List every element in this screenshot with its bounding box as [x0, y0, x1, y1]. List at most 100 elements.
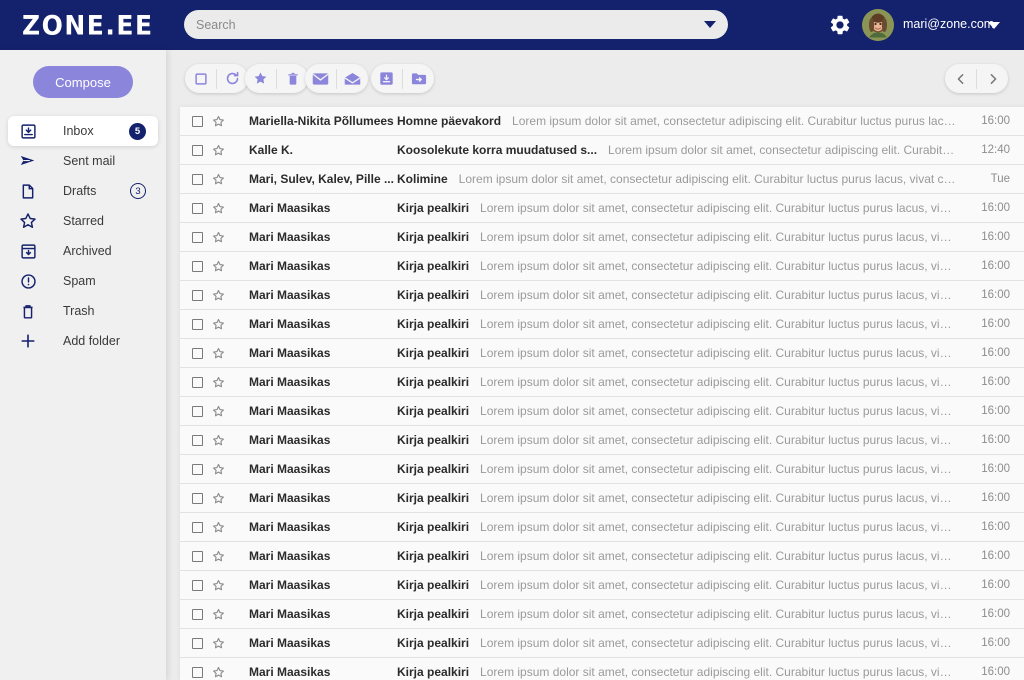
- row-checkbox[interactable]: [192, 115, 203, 127]
- mail-preview: Lorem ipsum dolor sit amet, consectetur …: [480, 288, 956, 302]
- table-row[interactable]: Mari Maasikas Kirja pealkiri Lorem ipsum d…: [180, 397, 1024, 426]
- mail-preview: Lorem ipsum dolor sit amet, consectetur …: [480, 317, 956, 331]
- chevron-left-icon[interactable]: [945, 64, 976, 93]
- table-row[interactable]: Mari Maasikas Kirja pealkiri Lorem ipsum d…: [180, 426, 1024, 455]
- chevron-right-icon[interactable]: [977, 64, 1008, 93]
- envelope-open-icon[interactable]: [337, 64, 368, 93]
- inbox-unread-badge: 5: [129, 122, 146, 140]
- refresh-icon[interactable]: [217, 64, 248, 93]
- chevron-down-icon[interactable]: [988, 22, 1000, 29]
- star-icon[interactable]: [212, 666, 226, 679]
- mail-preview: Lorem ipsum dolor sit amet, consectetur …: [480, 636, 956, 650]
- row-checkbox[interactable]: [192, 666, 203, 678]
- star-icon[interactable]: [212, 289, 226, 302]
- table-row[interactable]: Mari Maasikas Kirja pealkiri Lorem ipsum d…: [180, 658, 1024, 680]
- star-icon[interactable]: [212, 463, 226, 476]
- row-checkbox[interactable]: [192, 405, 203, 417]
- table-row[interactable]: Mari Maasikas Kirja pealkiri Lorem ipsum d…: [180, 629, 1024, 658]
- star-icon[interactable]: [212, 405, 226, 418]
- sidebar-item-spam[interactable]: Spam: [8, 266, 158, 296]
- row-checkbox[interactable]: [192, 550, 203, 562]
- star-icon[interactable]: [212, 492, 226, 505]
- row-checkbox[interactable]: [192, 492, 203, 504]
- star-icon[interactable]: [212, 231, 226, 244]
- row-checkbox[interactable]: [192, 579, 203, 591]
- star-icon[interactable]: [212, 434, 226, 447]
- mail-sender: Mari Maasikas: [249, 607, 331, 621]
- search-input[interactable]: [196, 17, 698, 32]
- star-icon[interactable]: [212, 521, 226, 534]
- table-row[interactable]: Mari Maasikas Kirja pealkiri Lorem ipsum d…: [180, 194, 1024, 223]
- sidebar-item-starred[interactable]: Starred: [8, 206, 158, 236]
- table-row[interactable]: Mari Maasikas Kirja pealkiri Lorem ipsum d…: [180, 455, 1024, 484]
- table-row[interactable]: Mariella-Nikita Põllumees Homne päevakord…: [180, 107, 1024, 136]
- table-row[interactable]: Mari, Sulev, Kalev, Pille ... Kolimine Lor…: [180, 165, 1024, 194]
- table-row[interactable]: Mari Maasikas Kirja pealkiri Lorem ipsum d…: [180, 252, 1024, 281]
- table-row[interactable]: Mari Maasikas Kirja pealkiri Lorem ipsum d…: [180, 223, 1024, 252]
- compose-button[interactable]: Compose: [33, 66, 133, 98]
- row-checkbox[interactable]: [192, 260, 203, 272]
- sidebar-item-trash[interactable]: Trash: [8, 296, 158, 326]
- select-all-checkbox[interactable]: [185, 64, 216, 93]
- row-checkbox[interactable]: [192, 202, 203, 214]
- sidebar-item-add-folder[interactable]: Add folder: [8, 326, 158, 356]
- row-checkbox[interactable]: [192, 347, 203, 359]
- row-checkbox[interactable]: [192, 463, 203, 475]
- row-checkbox[interactable]: [192, 231, 203, 243]
- sidebar-item-inbox[interactable]: Inbox 5: [8, 116, 158, 146]
- chevron-down-icon[interactable]: [704, 21, 716, 28]
- table-row[interactable]: Mari Maasikas Kirja pealkiri Lorem ipsum d…: [180, 484, 1024, 513]
- row-checkbox[interactable]: [192, 521, 203, 533]
- zone-logo[interactable]: ZONE.EE: [22, 10, 152, 40]
- table-row[interactable]: Mari Maasikas Kirja pealkiri Lorem ipsum d…: [180, 542, 1024, 571]
- mail-sender: Mari Maasikas: [249, 462, 331, 476]
- mail-sender: Mari Maasikas: [249, 317, 331, 331]
- envelope-closed-icon[interactable]: [305, 64, 336, 93]
- star-icon[interactable]: [212, 144, 226, 157]
- row-checkbox[interactable]: [192, 318, 203, 330]
- star-icon[interactable]: [212, 347, 226, 360]
- star-icon[interactable]: [212, 608, 226, 621]
- sidebar-item-archived[interactable]: Archived: [8, 236, 158, 266]
- row-checkbox[interactable]: [192, 289, 203, 301]
- star-icon[interactable]: [212, 637, 226, 650]
- row-checkbox[interactable]: [192, 376, 203, 388]
- star-icon[interactable]: [212, 318, 226, 331]
- sidebar-item-drafts[interactable]: Drafts 3: [8, 176, 158, 206]
- table-row[interactable]: Mari Maasikas Kirja pealkiri Lorem ipsum d…: [180, 310, 1024, 339]
- mail-time: 16:00: [981, 521, 1010, 533]
- star-icon[interactable]: [212, 173, 226, 186]
- delete-icon[interactable]: [277, 64, 308, 93]
- table-row[interactable]: Mari Maasikas Kirja pealkiri Lorem ipsum d…: [180, 600, 1024, 629]
- table-row[interactable]: Mari Maasikas Kirja pealkiri Lorem ipsum d…: [180, 281, 1024, 310]
- user-email[interactable]: mari@zone.com: [903, 17, 994, 31]
- table-row[interactable]: Mari Maasikas Kirja pealkiri Lorem ipsum d…: [180, 339, 1024, 368]
- avatar[interactable]: [862, 9, 894, 41]
- table-row[interactable]: Mari Maasikas Kirja pealkiri Lorem ipsum d…: [180, 571, 1024, 600]
- search-bar[interactable]: [184, 10, 728, 39]
- sidebar-item-label: Archived: [63, 244, 112, 258]
- row-checkbox[interactable]: [192, 434, 203, 446]
- star-icon[interactable]: [212, 376, 226, 389]
- star-icon[interactable]: [212, 550, 226, 563]
- archive-icon[interactable]: [371, 64, 402, 93]
- webmail-app: ZONE.EE mari@zone.com: [0, 0, 1024, 680]
- table-row[interactable]: Mari Maasikas Kirja pealkiri Lorem ipsum d…: [180, 368, 1024, 397]
- star-icon[interactable]: [212, 202, 226, 215]
- row-checkbox[interactable]: [192, 608, 203, 620]
- star-icon[interactable]: [212, 115, 226, 128]
- row-checkbox[interactable]: [192, 637, 203, 649]
- row-checkbox[interactable]: [192, 144, 203, 156]
- mail-list[interactable]: Mariella-Nikita Põllumees Homne päevakord…: [180, 107, 1024, 680]
- gear-icon[interactable]: [828, 13, 852, 37]
- sidebar-item-label: Inbox: [63, 124, 94, 138]
- sidebar-item-sent-mail[interactable]: Sent mail: [8, 146, 158, 176]
- row-checkbox[interactable]: [192, 173, 203, 185]
- star-icon[interactable]: [212, 579, 226, 592]
- folder-move-icon[interactable]: [403, 64, 434, 93]
- star-icon[interactable]: [245, 64, 276, 93]
- mail-time: 16:00: [981, 376, 1010, 388]
- star-icon[interactable]: [212, 260, 226, 273]
- table-row[interactable]: Kalle K. Koosolekute korra muudatused s..…: [180, 136, 1024, 165]
- table-row[interactable]: Mari Maasikas Kirja pealkiri Lorem ipsum d…: [180, 513, 1024, 542]
